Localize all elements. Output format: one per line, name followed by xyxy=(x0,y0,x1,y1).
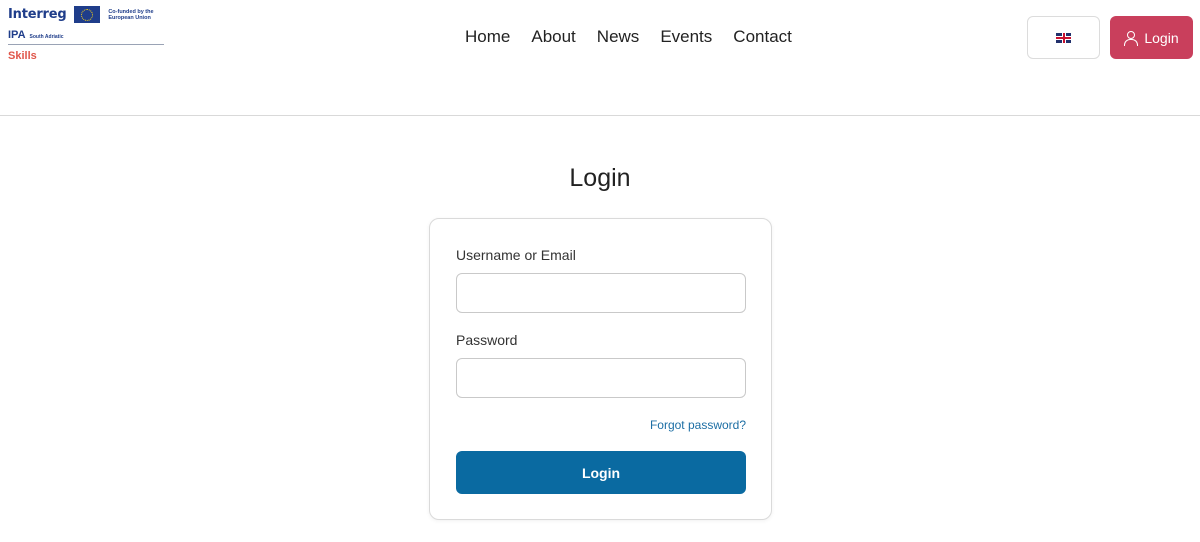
nav-contact[interactable]: Contact xyxy=(733,26,792,48)
username-input[interactable] xyxy=(456,273,746,313)
logo-project-text: Skills xyxy=(8,50,37,62)
logo-divider xyxy=(8,44,164,45)
logo-top-row: Interreg Co-funded by the European Union xyxy=(8,6,168,23)
password-label: Password xyxy=(456,332,518,348)
eu-flag-icon xyxy=(74,6,101,23)
interreg-logo[interactable]: Interreg Co-funded by the European Union… xyxy=(8,6,168,72)
user-icon xyxy=(1124,31,1139,46)
password-input[interactable] xyxy=(456,358,746,398)
uk-flag-icon xyxy=(1056,32,1071,43)
page-title: Login xyxy=(569,164,631,192)
logo-program-row: IPA South Adriatic xyxy=(8,29,168,41)
login-form-card: Username or Email Password Forgot passwo… xyxy=(429,218,772,520)
nav-news[interactable]: News xyxy=(597,26,640,48)
main-nav: Home About News Events Contact xyxy=(465,26,792,48)
forgot-password-link[interactable]: Forgot password? xyxy=(650,418,746,432)
logo-cofunded-text: Co-funded by the European Union xyxy=(108,8,154,21)
header-login-label: Login xyxy=(1144,29,1179,46)
nav-home[interactable]: Home xyxy=(465,26,510,48)
header-login-button[interactable]: Login xyxy=(1110,16,1193,59)
logo-program-text: IPA xyxy=(8,29,26,41)
language-selector-button[interactable] xyxy=(1027,16,1100,59)
logo-region-text: South Adriatic xyxy=(29,34,64,40)
site-header: Interreg Co-funded by the European Union… xyxy=(0,0,1200,116)
nav-events[interactable]: Events xyxy=(660,26,712,48)
nav-about[interactable]: About xyxy=(531,26,575,48)
username-label: Username or Email xyxy=(456,247,576,263)
login-submit-button[interactable]: Login xyxy=(456,451,746,494)
logo-brand-text: Interreg xyxy=(8,7,67,22)
